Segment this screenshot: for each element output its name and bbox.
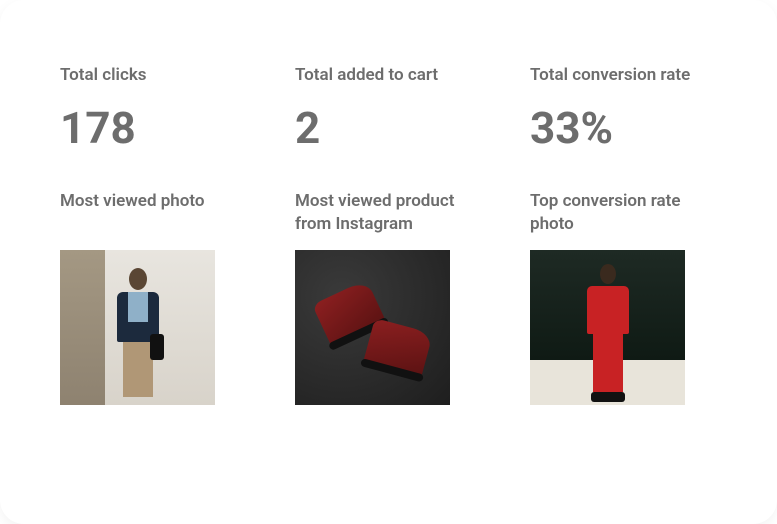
photo-thumbnail[interactable] — [295, 250, 450, 405]
stat-total-conversion-rate: Total conversion rate 33% — [530, 64, 717, 150]
photo-top-conversion-rate: Top conversion rate photo — [530, 190, 717, 405]
stat-value: 33% — [530, 106, 717, 150]
stats-grid: Total clicks 178 Total added to cart 2 T… — [60, 64, 717, 405]
photo-thumbnail[interactable] — [60, 250, 215, 405]
photo-label: Most viewed product from Instagram — [295, 190, 482, 236]
photo-thumbnail[interactable] — [530, 250, 685, 405]
stat-value: 2 — [295, 106, 482, 150]
analytics-card: Total clicks 178 Total added to cart 2 T… — [0, 0, 777, 524]
photo-label: Top conversion rate photo — [530, 190, 717, 236]
photo-label: Most viewed photo — [60, 190, 247, 236]
stat-label: Total added to cart — [295, 64, 482, 86]
stat-total-added-to-cart: Total added to cart 2 — [295, 64, 482, 150]
stat-value: 178 — [60, 106, 247, 150]
stat-label: Total conversion rate — [530, 64, 717, 86]
stat-total-clicks: Total clicks 178 — [60, 64, 247, 150]
photo-most-viewed-product-instagram: Most viewed product from Instagram — [295, 190, 482, 405]
stat-label: Total clicks — [60, 64, 247, 86]
photo-most-viewed: Most viewed photo — [60, 190, 247, 405]
